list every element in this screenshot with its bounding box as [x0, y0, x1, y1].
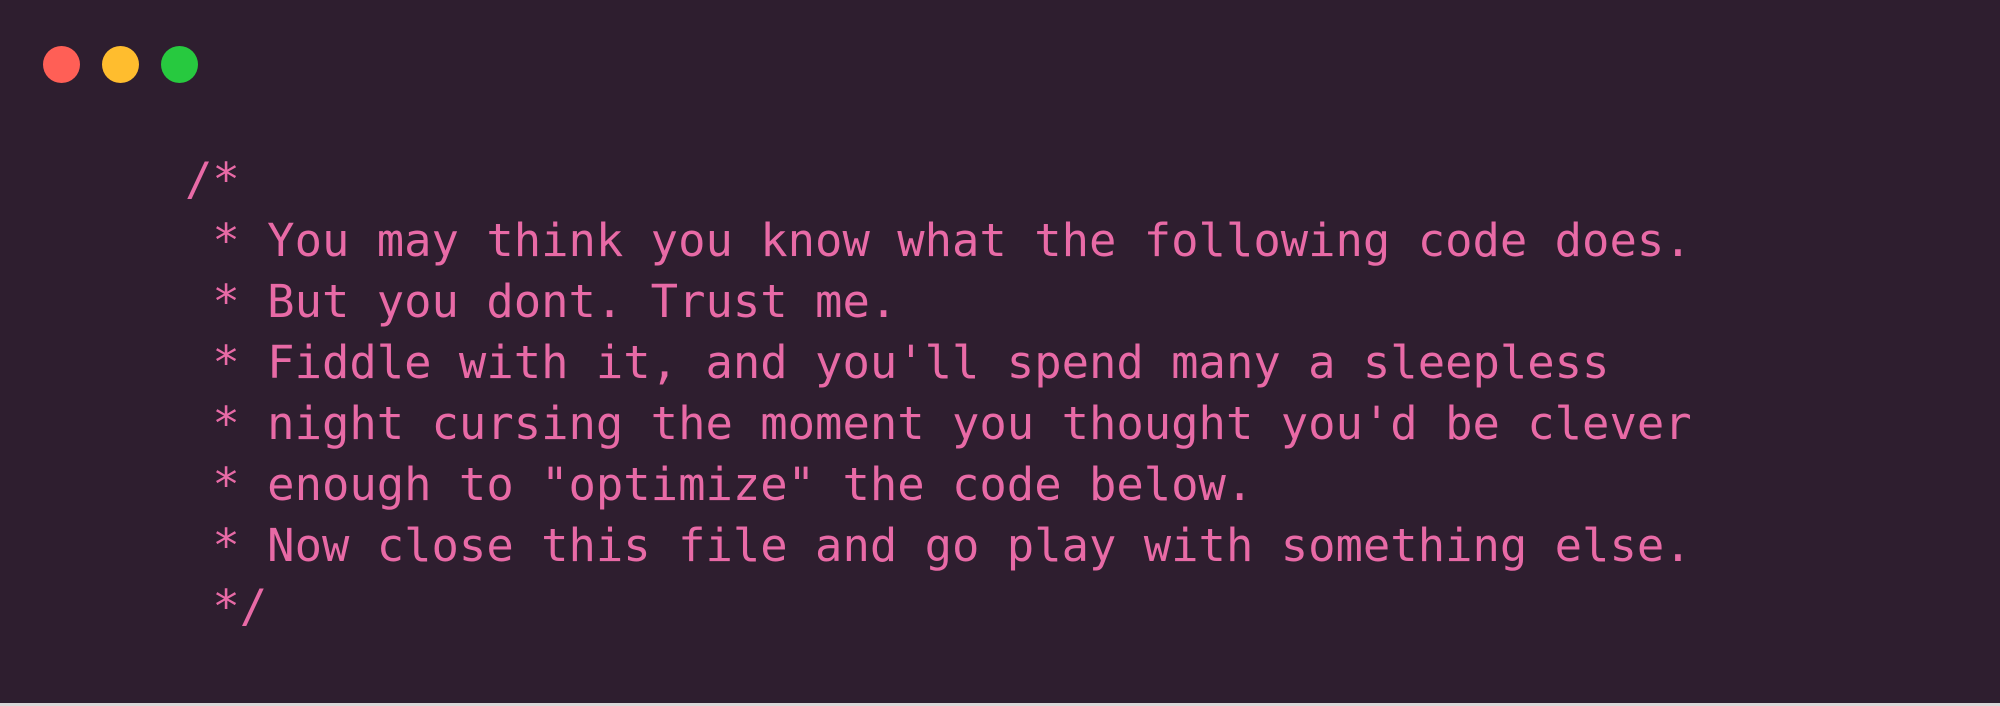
minimize-window-button[interactable]: [102, 46, 139, 83]
close-window-button[interactable]: [43, 46, 80, 83]
code-line: * enough to "optimize" the code below.: [185, 458, 1254, 511]
zoom-window-button[interactable]: [161, 46, 198, 83]
code-line: * night cursing the moment you thought y…: [185, 397, 1692, 450]
code-line: * You may think you know what the follow…: [185, 214, 1692, 267]
code-window: /* * You may think you know what the fol…: [0, 0, 2000, 703]
code-line: /*: [185, 153, 240, 206]
code-line: * Fiddle with it, and you'll spend many …: [185, 336, 1610, 389]
code-line: * Now close this file and go play with s…: [185, 519, 1692, 572]
code-line: * But you dont. Trust me.: [185, 275, 898, 328]
code-block: /* * You may think you know what the fol…: [185, 149, 1692, 637]
code-line: */: [185, 580, 268, 633]
